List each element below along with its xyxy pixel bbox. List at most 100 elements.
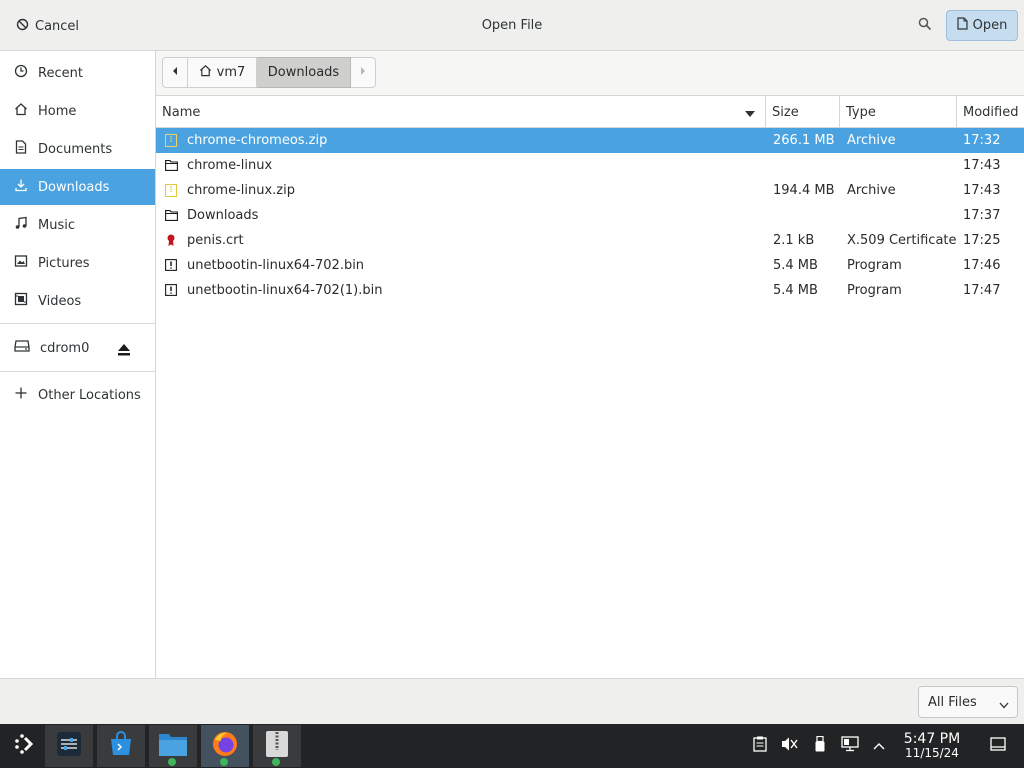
path-back-button[interactable] <box>162 57 188 88</box>
file-manager-icon <box>158 731 188 761</box>
video-icon <box>14 292 28 310</box>
clock[interactable]: 5:47 PM 11/15/24 <box>896 732 968 760</box>
search-button[interactable] <box>910 12 940 40</box>
column-header-size[interactable]: Size <box>766 96 840 128</box>
tray-volume[interactable] <box>780 736 800 756</box>
file-modified: 17:37 <box>963 208 1001 223</box>
path-forward-button[interactable] <box>351 57 376 88</box>
path-segment-downloads[interactable]: Downloads <box>257 57 351 88</box>
file-row[interactable]: unetbootin-linux64-702(1).bin 5.4 MB Pro… <box>156 278 1024 303</box>
tray-usb[interactable] <box>810 735 830 756</box>
file-size: 5.4 MB <box>773 283 818 298</box>
document-icon <box>14 140 28 158</box>
sidebar-item-label: Home <box>38 103 77 119</box>
tray-clipboard[interactable] <box>750 736 770 756</box>
usb-icon <box>815 735 825 756</box>
sidebar-item-pictures[interactable]: Pictures <box>0 245 155 281</box>
file-row[interactable]: chrome-linux 17:43 <box>156 153 1024 178</box>
sidebar-item-label: Videos <box>38 293 82 309</box>
path-segment-label: Downloads <box>267 65 340 80</box>
clipboard-icon <box>753 736 767 756</box>
file-type: Archive <box>847 183 896 198</box>
sidebar-item-music[interactable]: Music <box>0 207 155 243</box>
path-bar: vm7 Downloads <box>156 51 1024 96</box>
column-header-name[interactable]: Name <box>156 96 766 128</box>
column-header-modified[interactable]: Modified <box>957 96 1024 128</box>
taskbar: 5:47 PM 11/15/24 <box>0 724 1024 768</box>
file-size: 5.4 MB <box>773 258 818 273</box>
folder-icon <box>164 208 178 222</box>
file-filter-select[interactable]: All Files <box>918 686 1018 718</box>
open-document-icon <box>957 17 968 34</box>
settings-icon <box>56 731 82 761</box>
notification-icon <box>990 737 1006 755</box>
cancel-label: Cancel <box>35 18 80 34</box>
clock-icon <box>14 64 28 82</box>
file-type: Program <box>847 283 902 298</box>
sort-descending-icon <box>745 108 755 117</box>
sidebar-item-home[interactable]: Home <box>0 93 155 129</box>
file-name: Downloads <box>187 208 259 223</box>
dialog-footer: All Files <box>0 678 1024 724</box>
folder-icon <box>164 158 178 172</box>
app-launcher-button[interactable] <box>0 725 48 767</box>
cancel-button[interactable]: Cancel <box>8 12 87 40</box>
certificate-icon <box>164 233 178 247</box>
taskbar-app-file-manager[interactable] <box>149 725 197 767</box>
sidebar-item-cdrom0[interactable]: cdrom0 <box>0 330 110 366</box>
header-bar: Cancel Open File Open <box>0 0 1024 51</box>
search-icon <box>918 17 932 35</box>
file-name: chrome-linux.zip <box>187 183 295 198</box>
column-header-type[interactable]: Type <box>840 96 957 128</box>
show-desktop-button[interactable] <box>988 736 1008 756</box>
download-icon <box>14 178 28 196</box>
column-type-label: Type <box>846 104 876 120</box>
drive-icon <box>14 339 30 357</box>
sidebar-item-videos[interactable]: Videos <box>0 283 155 319</box>
sidebar-item-label: Music <box>38 217 75 233</box>
sidebar-item-other-locations[interactable]: Other Locations <box>0 377 155 413</box>
eject-icon[interactable] <box>116 341 132 357</box>
store-icon <box>108 731 134 761</box>
file-type: Program <box>847 258 902 273</box>
chevron-right-icon <box>359 65 367 80</box>
path-segment-vm7[interactable]: vm7 <box>188 57 257 88</box>
taskbar-app-store[interactable] <box>97 725 145 767</box>
sidebar-item-downloads[interactable]: Downloads <box>0 169 155 205</box>
file-row[interactable]: chrome-linux.zip 194.4 MB Archive 17:43 <box>156 178 1024 203</box>
sidebar-item-documents[interactable]: Documents <box>0 131 155 167</box>
file-row[interactable]: chrome-chromeos.zip 266.1 MB Archive 17:… <box>156 128 1024 153</box>
plus-icon <box>14 386 28 404</box>
cancel-icon <box>16 18 29 35</box>
file-row[interactable]: Downloads 17:37 <box>156 203 1024 228</box>
picture-icon <box>14 254 28 272</box>
file-list: Name Size Type Modified chrome-chromeos.… <box>156 96 1024 678</box>
tray-network[interactable] <box>840 736 860 756</box>
file-row[interactable]: penis.crt 2.1 kB X.509 Certificate 17:25 <box>156 228 1024 253</box>
places-sidebar: Recent Home Documents Downloads Music Pi… <box>0 51 156 679</box>
file-name: chrome-chromeos.zip <box>187 133 328 148</box>
column-size-label: Size <box>772 104 799 120</box>
taskbar-app-archive-manager[interactable] <box>253 725 301 767</box>
archive-icon <box>164 133 178 147</box>
file-modified: 17:43 <box>963 158 1001 173</box>
music-icon <box>14 216 28 234</box>
executable-icon <box>164 258 178 272</box>
taskbar-app-settings[interactable] <box>45 725 93 767</box>
tray-expand[interactable] <box>869 736 889 756</box>
file-size: 266.1 MB <box>773 133 835 148</box>
app-launcher-icon <box>12 732 36 760</box>
running-indicator <box>220 758 228 766</box>
sidebar-item-recent[interactable]: Recent <box>0 55 155 91</box>
taskbar-app-firefox[interactable] <box>201 725 249 767</box>
file-modified: 17:47 <box>963 283 1001 298</box>
file-modified: 17:25 <box>963 233 1001 248</box>
file-size: 2.1 kB <box>773 233 815 248</box>
home-icon <box>199 64 212 81</box>
file-row[interactable]: unetbootin-linux64-702.bin 5.4 MB Progra… <box>156 253 1024 278</box>
sidebar-separator <box>0 371 155 372</box>
open-label: Open <box>972 18 1008 33</box>
column-header: Name Size Type Modified <box>156 96 1024 128</box>
running-indicator <box>272 758 280 766</box>
open-button[interactable]: Open <box>946 10 1018 41</box>
